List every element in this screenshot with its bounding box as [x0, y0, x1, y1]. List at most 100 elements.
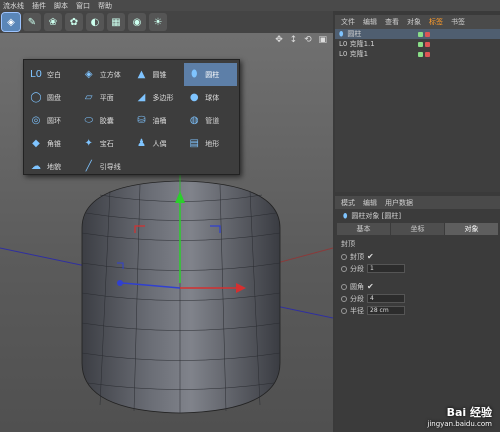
tab-view[interactable]: 查看 — [385, 17, 399, 27]
attribute-panel: ⬮ 圆柱对象 [圆柱] 基本 坐标 对象 封顶 封顶 ✔ 分段 1 圆角 ✔ 分… — [335, 209, 500, 432]
menu-item-guide[interactable]: ╱ 引导线 — [79, 155, 132, 178]
menu-item-landscape[interactable]: ▤ 地形 — [184, 132, 237, 155]
param-fillet-segments[interactable]: 分段 4 — [335, 293, 500, 304]
param-caps[interactable]: 封顶 ✔ — [335, 251, 500, 262]
attribute-panel-tabs: 模式 编辑 用户数据 — [335, 196, 500, 209]
tab-edit[interactable]: 编辑 — [363, 198, 377, 208]
menu-item-cylinder[interactable]: ⬮ 圆柱 — [184, 63, 237, 86]
section-caps: 封顶 — [341, 240, 355, 248]
menu-window[interactable]: 窗口 — [76, 1, 90, 11]
figure-icon: ♟ — [137, 138, 146, 149]
cylinder-icon: ⬮ — [343, 211, 348, 220]
relief-icon: ☁ — [31, 161, 41, 172]
torus-icon: ◎ — [31, 115, 41, 126]
guide-icon: ╱ — [85, 161, 92, 172]
tab-user-data[interactable]: 用户数据 — [385, 198, 413, 208]
cube-tool-icon[interactable]: ◈ — [1, 12, 21, 32]
z-handle-tip — [117, 280, 123, 286]
fillet-radius-input[interactable]: 28 cm — [367, 306, 405, 315]
cap-segments-input[interactable]: 1 — [367, 264, 405, 273]
menu-help[interactable]: 帮助 — [98, 1, 112, 11]
deformer-tool-icon[interactable]: ◐ — [86, 13, 104, 31]
3d-viewport[interactable]: ✥ ↕ ⟲ ▣ L0 空白 ◈ 立方体 ▲ 圆锥 ⬮ 圆柱 ◯ 圆盘 ▱ 平面 … — [0, 33, 333, 432]
tab-mode[interactable]: 模式 — [341, 198, 355, 208]
keyframe-dot[interactable] — [341, 253, 347, 260]
menu-item-cone[interactable]: ▲ 圆锥 — [132, 63, 185, 86]
camera-tool-icon[interactable]: ◉ — [128, 13, 146, 31]
tab-file[interactable]: 文件 — [341, 17, 355, 27]
visibility-flags[interactable] — [418, 41, 430, 47]
toolbar: ◈ ✎ ❀ ✿ ◐ ▦ ◉ ☀ — [0, 11, 333, 33]
menu-item-disc[interactable]: ◯ 圆盘 — [26, 86, 79, 109]
object-create-menu: L0 空白 ◈ 立方体 ▲ 圆锥 ⬮ 圆柱 ◯ 圆盘 ▱ 平面 ◢ 多边形 ● 球体 ◎ 圆环 ⬭… — [23, 59, 240, 175]
menu-bar: 流水线 插件 脚本 窗口 帮助 — [0, 0, 500, 11]
visibility-flags[interactable] — [418, 51, 430, 57]
tab-objects[interactable]: 对象 — [407, 17, 421, 27]
param-fillet[interactable]: 圆角 ✔ — [335, 281, 500, 292]
caps-checkbox[interactable]: ✔ — [367, 252, 374, 261]
menu-item-relief[interactable]: ☁ 地貌 — [26, 155, 79, 178]
menu-item-torus[interactable]: ◎ 圆环 — [26, 109, 79, 132]
cone-icon: ▲ — [137, 69, 146, 80]
object-list: ⬮ 圆柱 L0 克隆1.1 L0 克隆1 — [335, 29, 500, 192]
keyframe-dot[interactable] — [341, 265, 347, 272]
object-row-clone-1-1[interactable]: L0 克隆1.1 — [335, 39, 500, 49]
param-cap-segments[interactable]: 分段 1 — [335, 263, 500, 274]
light-tool-icon[interactable]: ☀ — [149, 13, 167, 31]
tube-icon: ◍ — [189, 115, 199, 126]
menu-item-null[interactable]: L0 空白 — [26, 63, 79, 86]
subtab-basic[interactable]: 基本 — [337, 223, 390, 235]
object-row-cylinder[interactable]: ⬮ 圆柱 — [335, 29, 500, 39]
tab-edit[interactable]: 编辑 — [363, 17, 377, 27]
baidu-watermark: Bai 经验 jingyan.baidu.com — [427, 404, 492, 428]
object-label: L0 克隆1.1 — [339, 40, 375, 48]
oiltank-icon: ⛁ — [137, 115, 146, 126]
disc-icon: ◯ — [30, 92, 42, 103]
visibility-flags[interactable] — [418, 31, 430, 37]
menu-item-platonic[interactable]: ✦ 宝石 — [79, 132, 132, 155]
menu-script[interactable]: 脚本 — [54, 1, 68, 11]
tab-tags[interactable]: 标签 — [429, 17, 443, 27]
keyframe-dot[interactable] — [341, 283, 347, 290]
menu-plugins[interactable]: 插件 — [32, 1, 46, 11]
menu-item-pyramid[interactable]: ◆ 角锥 — [26, 132, 79, 155]
pyramid-icon: ◆ — [32, 138, 40, 149]
subdivide-tool-icon[interactable]: ❀ — [44, 13, 62, 31]
menu-item-sphere[interactable]: ● 球体 — [184, 86, 237, 109]
pen-tool-icon[interactable]: ✎ — [23, 13, 41, 31]
subtab-object[interactable]: 对象 — [445, 223, 498, 235]
menu-item-oiltank[interactable]: ⛁ 油桶 — [132, 109, 185, 132]
menu-item-plane[interactable]: ▱ 平面 — [79, 86, 132, 109]
tab-bookmarks[interactable]: 书签 — [451, 17, 465, 27]
fillet-segments-input[interactable]: 4 — [367, 294, 405, 303]
menu-pipeline[interactable]: 流水线 — [3, 1, 24, 11]
menu-item-cube[interactable]: ◈ 立方体 — [79, 63, 132, 86]
cylinder-icon: ⬮ — [191, 69, 198, 80]
array-tool-icon[interactable]: ✿ — [65, 13, 83, 31]
cube-icon: ◈ — [84, 69, 93, 80]
object-label: L0 克隆1 — [339, 50, 369, 58]
watermark-logo: Bai 经验 — [446, 406, 492, 419]
cylinder-icon: ⬮ — [339, 29, 344, 38]
param-fillet-radius[interactable]: 半径 28 cm — [335, 305, 500, 316]
subtab-coords[interactable]: 坐标 — [391, 223, 444, 235]
landscape-icon: ▤ — [189, 138, 199, 149]
watermark-url: jingyan.baidu.com — [427, 420, 492, 428]
object-label: 圆柱 — [347, 30, 362, 38]
menu-item-polygon[interactable]: ◢ 多边形 — [132, 86, 185, 109]
keyframe-dot[interactable] — [341, 295, 347, 302]
platonic-icon: ✦ — [84, 138, 93, 149]
plane-icon: ▱ — [84, 92, 93, 103]
fillet-checkbox[interactable]: ✔ — [367, 282, 374, 291]
capsule-icon: ⬭ — [84, 115, 94, 126]
object-panel-tabs: 文件 编辑 查看 对象 标签 书签 — [335, 15, 500, 29]
keyframe-dot[interactable] — [341, 307, 347, 314]
menu-item-capsule[interactable]: ⬭ 胶囊 — [79, 109, 132, 132]
null-icon: L0 — [30, 69, 42, 80]
menu-item-figure[interactable]: ♟ 人偶 — [132, 132, 185, 155]
menu-item-tube[interactable]: ◍ 管道 — [184, 109, 237, 132]
object-row-clone-1[interactable]: L0 克隆1 — [335, 49, 500, 59]
polygon-icon: ◢ — [137, 92, 146, 103]
sphere-icon: ● — [189, 92, 199, 103]
scene-tool-icon[interactable]: ▦ — [107, 13, 125, 31]
